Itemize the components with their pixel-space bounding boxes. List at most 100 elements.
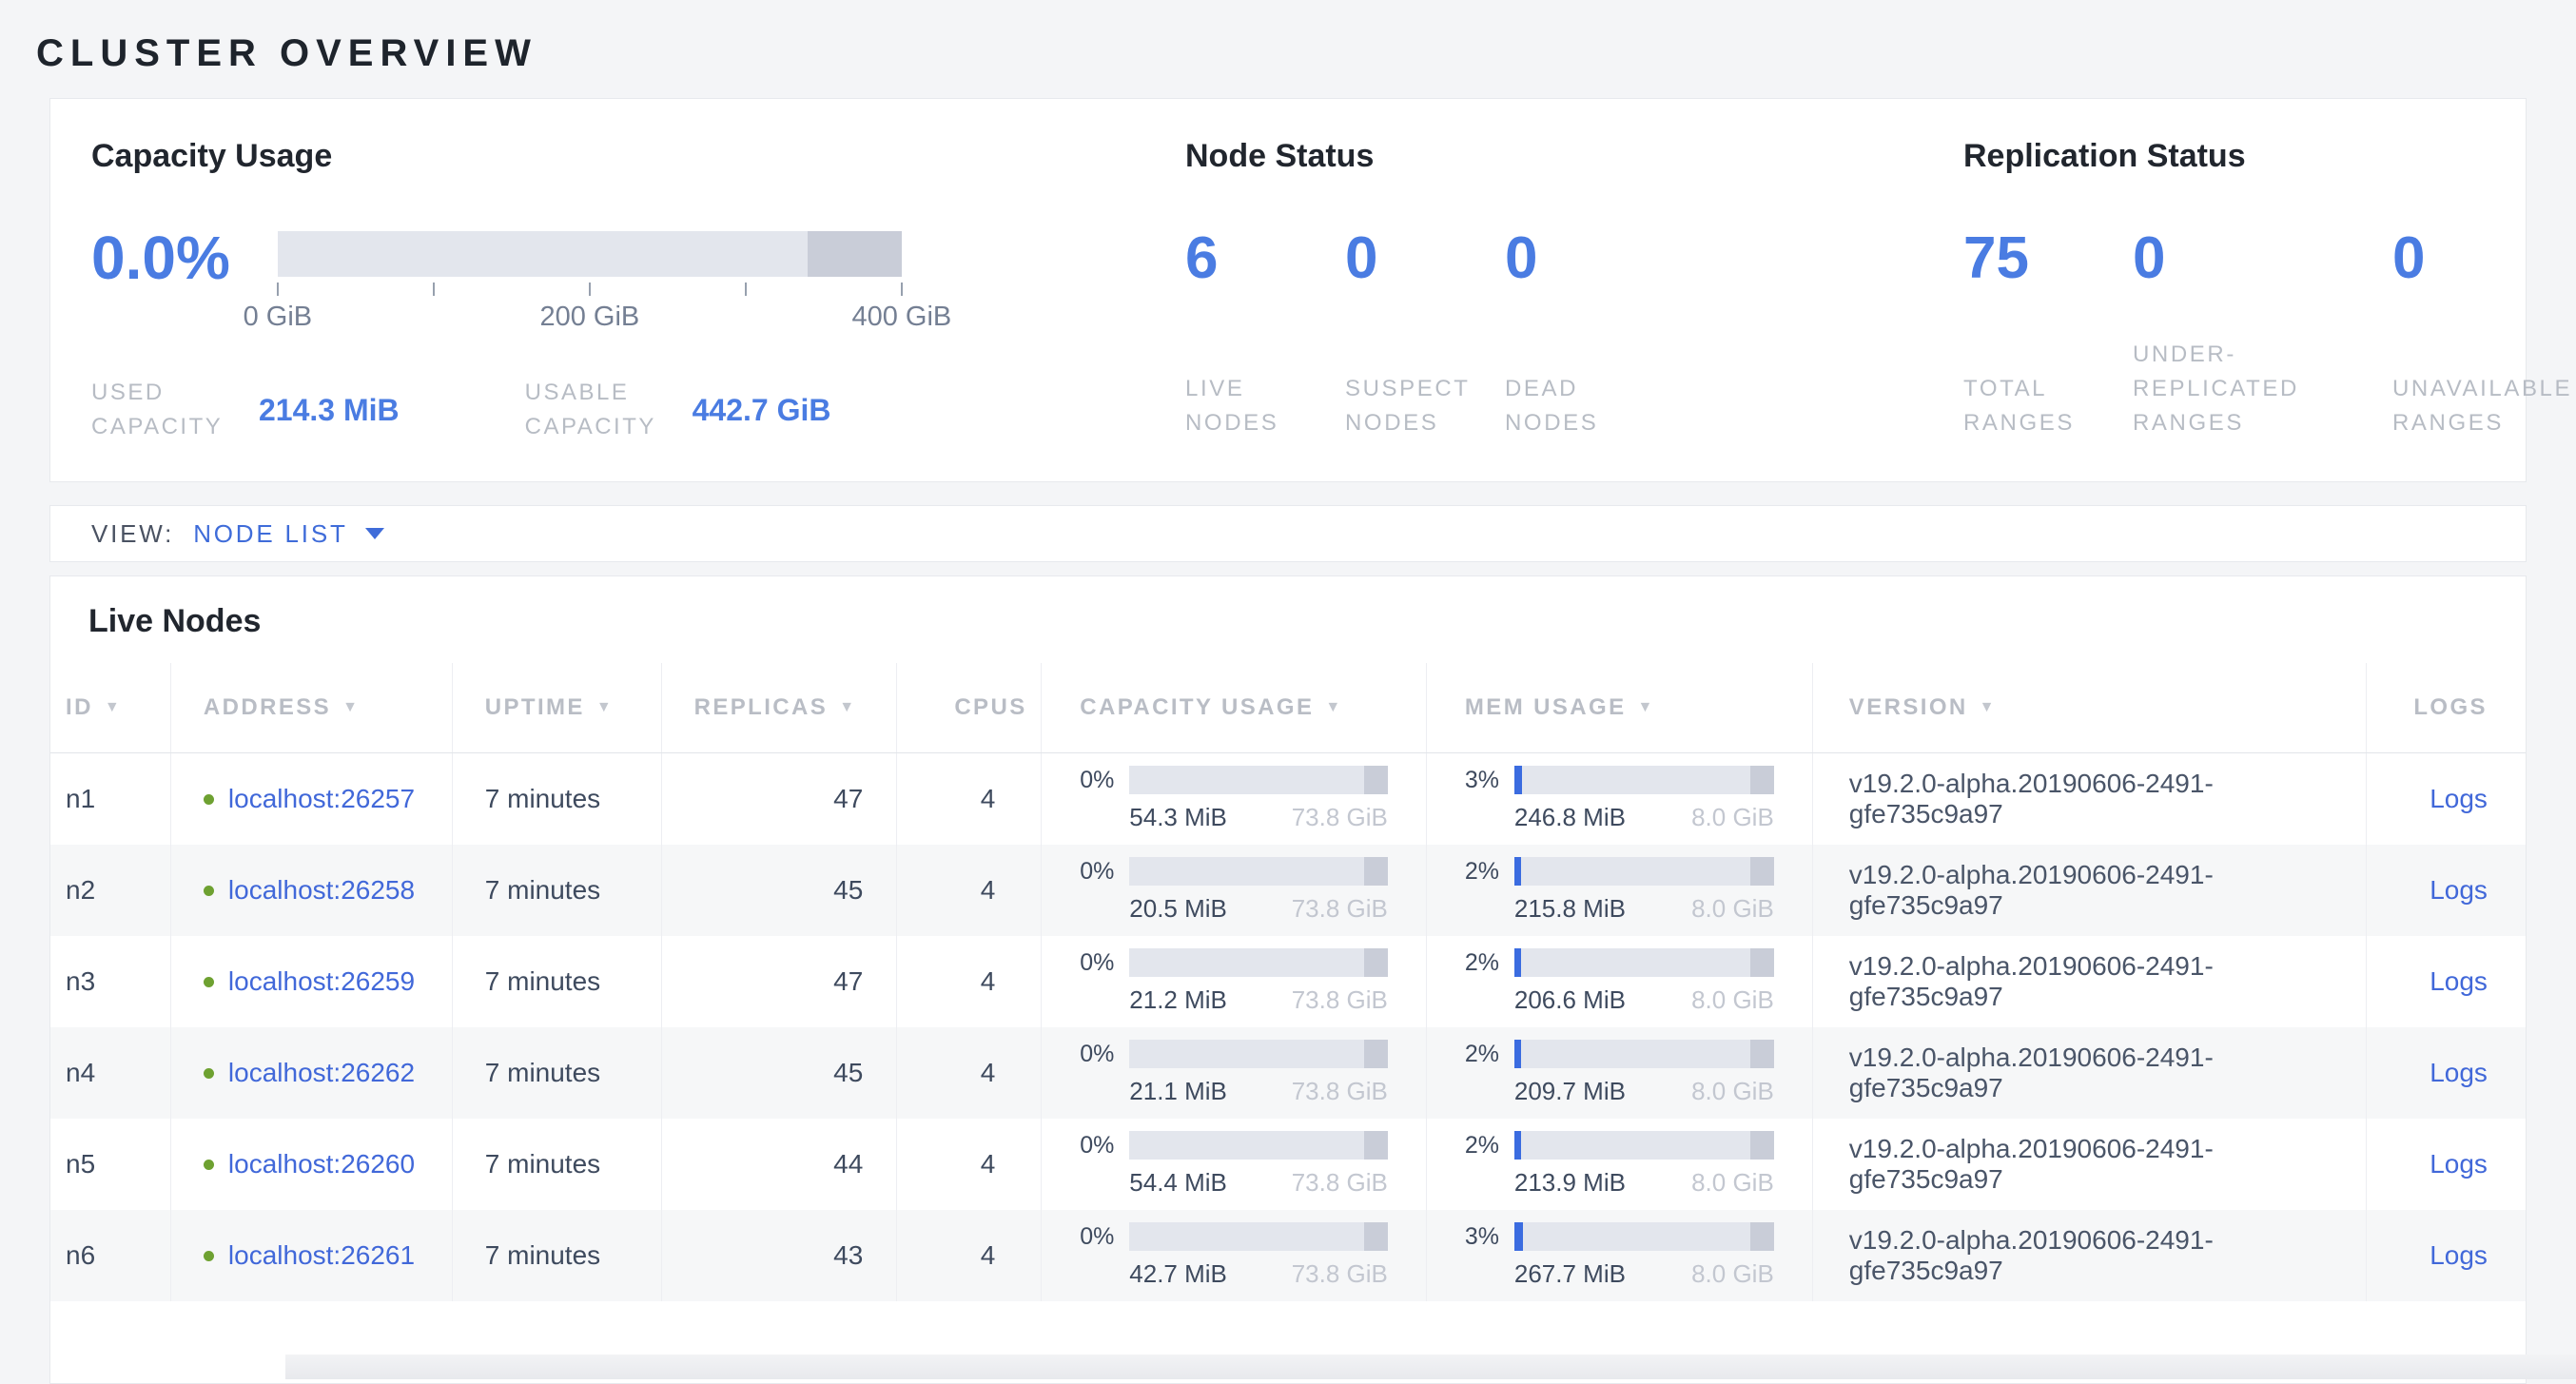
usable-capacity-value: 442.7 GiB <box>693 393 831 428</box>
column-header-mem-usage[interactable]: MEM USAGE <box>1426 663 1812 752</box>
node-logs-link[interactable]: Logs <box>2430 1149 2488 1179</box>
node-address-link[interactable]: localhost:26258 <box>228 875 415 906</box>
capacity-usage-bar <box>1129 1131 1388 1160</box>
node-uptime: 7 minutes <box>452 1027 661 1119</box>
capacity-usage-title: Capacity Usage <box>91 139 1185 174</box>
node-live-status-dot <box>204 1068 214 1079</box>
node-cpus: 4 <box>896 1027 1041 1119</box>
capacity-bar-reserved-segment <box>808 231 901 277</box>
node-mem-usage: 3% 246.8 MiB8.0 GiB <box>1426 753 1812 845</box>
tick-label-0: 0 GiB <box>244 302 313 333</box>
total-ranges-label: TOTAL RANGES <box>1963 372 2106 440</box>
under-replicated-ranges-label: UNDER-REPLICATED RANGES <box>2133 338 2366 440</box>
sort-desc-icon <box>1325 699 1342 716</box>
capacity-usage-bar <box>1129 948 1388 977</box>
node-address-link[interactable]: localhost:26257 <box>228 784 415 814</box>
unavailable-ranges-label: UNAVAILABLE RANGES <box>2392 372 2576 440</box>
node-logs-link[interactable]: Logs <box>2430 784 2488 814</box>
node-logs-link[interactable]: Logs <box>2430 1240 2488 1271</box>
node-replicas: 45 <box>661 1027 897 1119</box>
node-capacity-usage: 0% 21.2 MiB73.8 GiB <box>1041 936 1426 1027</box>
column-header-uptime[interactable]: UPTIME <box>452 663 661 752</box>
capacity-usage-bar <box>1129 1040 1388 1068</box>
node-replicas: 43 <box>661 1210 897 1301</box>
view-label: VIEW: <box>91 519 174 549</box>
table-row: n3 localhost:26259 7 minutes 47 4 0% 21.… <box>50 936 2526 1027</box>
mem-usage-bar <box>1514 1222 1774 1251</box>
node-status-section: Node Status 6 LIVE NODES 0 SUSPECT NODES… <box>1185 139 1963 481</box>
table-row: n2 localhost:26258 7 minutes 45 4 0% 20.… <box>50 845 2526 936</box>
column-header-address[interactable]: ADDRESS <box>170 663 452 752</box>
column-header-version[interactable]: VERSION <box>1812 663 2366 752</box>
column-header-id[interactable]: ID <box>50 663 170 752</box>
under-replicated-ranges-value: 0 <box>2133 229 2366 288</box>
sort-desc-icon <box>1980 699 1997 716</box>
live-nodes-label: LIVE NODES <box>1185 372 1328 440</box>
node-version: v19.2.0-alpha.20190606-2491-gfe735c9a97 <box>1812 1027 2366 1119</box>
capacity-usage-bar <box>1129 857 1388 886</box>
chevron-down-icon[interactable] <box>365 528 384 539</box>
column-header-replicas[interactable]: REPLICAS <box>661 663 897 752</box>
table-row: n1 localhost:26257 7 minutes 47 4 0% 54.… <box>50 753 2526 845</box>
usable-capacity-label: USABLE CAPACITY <box>525 376 693 444</box>
suspect-nodes-value: 0 <box>1345 229 1488 288</box>
node-mem-usage: 2% 215.8 MiB8.0 GiB <box>1426 845 1812 936</box>
used-capacity-label: USED CAPACITY <box>91 376 259 444</box>
node-capacity-usage: 0% 54.4 MiB73.8 GiB <box>1041 1119 1426 1210</box>
replication-status-title: Replication Status <box>1963 139 2576 174</box>
node-logs-link[interactable]: Logs <box>2430 1058 2488 1088</box>
node-address-link[interactable]: localhost:26259 <box>228 966 415 997</box>
table-row: n4 localhost:26262 7 minutes 45 4 0% 21.… <box>50 1027 2526 1119</box>
capacity-axis-ticks <box>278 283 902 300</box>
sort-desc-icon <box>105 699 122 716</box>
node-cpus: 4 <box>896 845 1041 936</box>
mem-usage-bar <box>1514 766 1774 794</box>
node-logs-link[interactable]: Logs <box>2430 875 2488 906</box>
tick-label-200: 200 GiB <box>539 302 639 333</box>
table-row: n6 localhost:26261 7 minutes 43 4 0% 42.… <box>50 1210 2526 1301</box>
node-cpus: 4 <box>896 1119 1041 1210</box>
view-dropdown[interactable]: NODE LIST <box>193 519 347 549</box>
replication-status-section: Replication Status 75 TOTAL RANGES 0 UND… <box>1963 139 2576 481</box>
live-nodes-table: ID ADDRESS UPTIME REPLICAS CPUS CAPACITY… <box>50 663 2526 1383</box>
table-header-row: ID ADDRESS UPTIME REPLICAS CPUS CAPACITY… <box>50 663 2526 753</box>
node-uptime: 7 minutes <box>452 753 661 845</box>
node-address-link[interactable]: localhost:26262 <box>228 1058 415 1088</box>
node-mem-usage: 2% 209.7 MiB8.0 GiB <box>1426 1027 1812 1119</box>
node-version: v19.2.0-alpha.20190606-2491-gfe735c9a97 <box>1812 845 2366 936</box>
live-nodes-card: Live Nodes ID ADDRESS UPTIME REPLICAS CP… <box>49 575 2527 1384</box>
overview-summary-card: Capacity Usage 0.0% <box>49 98 2527 482</box>
node-capacity-usage: 0% 42.7 MiB73.8 GiB <box>1041 1210 1426 1301</box>
stat-live-nodes: 6 LIVE NODES <box>1185 229 1328 440</box>
stat-suspect-nodes: 0 SUSPECT NODES <box>1345 229 1488 440</box>
stat-total-ranges: 75 TOTAL RANGES <box>1963 229 2106 440</box>
node-mem-usage: 2% 206.6 MiB8.0 GiB <box>1426 936 1812 1027</box>
capacity-bar: 0 GiB 200 GiB 400 GiB <box>278 231 902 334</box>
cluster-overview-page: CLUSTER OVERVIEW Capacity Usage 0.0% <box>0 0 2576 1384</box>
used-capacity-value: 214.3 MiB <box>259 393 400 428</box>
next-section-shadow <box>285 1355 2576 1379</box>
node-uptime: 7 minutes <box>452 936 661 1027</box>
node-live-status-dot <box>204 794 214 805</box>
capacity-percent: 0.0% <box>91 231 230 286</box>
suspect-nodes-label: SUSPECT NODES <box>1345 372 1488 440</box>
column-header-capacity-usage[interactable]: CAPACITY USAGE <box>1041 663 1426 752</box>
live-nodes-value: 6 <box>1185 229 1328 288</box>
node-id: n1 <box>50 753 170 845</box>
table-row: n5 localhost:26260 7 minutes 44 4 0% 54.… <box>50 1119 2526 1210</box>
node-live-status-dot <box>204 1160 214 1170</box>
node-address-link[interactable]: localhost:26261 <box>228 1240 415 1271</box>
node-cpus: 4 <box>896 1210 1041 1301</box>
capacity-usage-bar <box>1129 1222 1388 1251</box>
node-logs-link[interactable]: Logs <box>2430 966 2488 997</box>
tick-label-400: 400 GiB <box>851 302 951 333</box>
stat-dead-nodes: 0 DEAD NODES <box>1505 229 1648 440</box>
node-mem-usage: 2% 213.9 MiB8.0 GiB <box>1426 1119 1812 1210</box>
node-address-link[interactable]: localhost:26260 <box>228 1149 415 1179</box>
dead-nodes-value: 0 <box>1505 229 1648 288</box>
node-replicas: 47 <box>661 936 897 1027</box>
column-header-cpus[interactable]: CPUS <box>896 663 1041 752</box>
mem-usage-bar <box>1514 1040 1774 1068</box>
dead-nodes-label: DEAD NODES <box>1505 372 1648 440</box>
node-capacity-usage: 0% 54.3 MiB73.8 GiB <box>1041 753 1426 845</box>
